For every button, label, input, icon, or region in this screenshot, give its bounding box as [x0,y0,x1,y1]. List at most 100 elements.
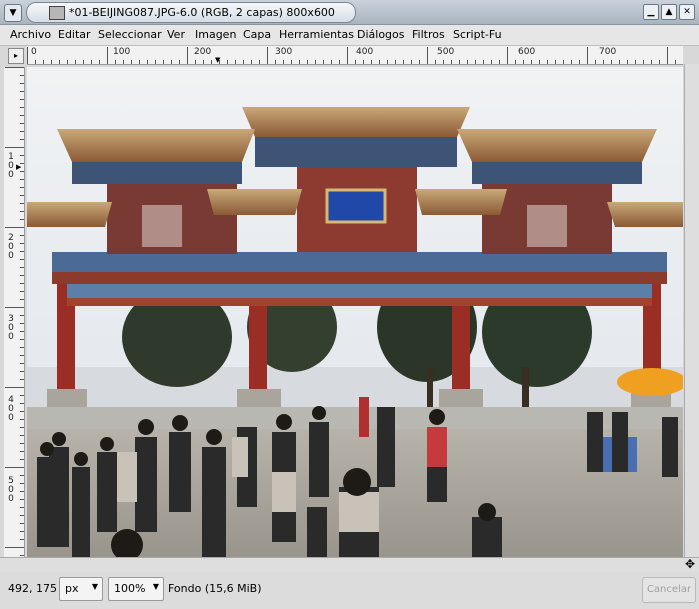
ruler-tick [275,60,276,64]
photo-summer-palace-gate [27,67,683,557]
vertical-ruler[interactable]: 100 200 300 400 500 ▶ [4,67,25,557]
ruler-tick [20,523,24,524]
window-title-pill[interactable]: *01-BEIJING087.JPG-6.0 (RGB, 2 capas) 80… [26,2,356,23]
menu-script-fu[interactable]: Script-Fu [453,28,502,41]
chevron-down-icon: ▼ [9,8,17,18]
ruler-tick [395,60,396,64]
ruler-tick [603,60,604,64]
ruler-tick [20,435,24,436]
unit-value: px [65,582,79,595]
menu-filtros[interactable]: Filtros [412,28,445,41]
ruler-label: 100 [8,152,14,180]
ruler-tick [35,60,36,64]
ruler-tick [20,507,24,508]
menu-capa[interactable]: Capa [243,28,271,41]
ruler-tick [75,60,76,64]
ruler-tick [27,47,28,64]
ruler-tick [91,60,92,64]
status-bar: 492, 175 px ▼ 100% ▼ Fondo (15,6 MiB) Ca… [0,572,699,609]
ruler-label: 200 [8,233,14,261]
ruler-tick [20,315,24,316]
ruler-tick [539,60,540,64]
minimize-icon: ▁ [647,7,655,17]
ruler-tick [211,60,212,64]
pointer-coordinates: 492, 175 [8,582,57,595]
ruler-tick [20,219,24,220]
ruler-label: 600 [518,47,536,57]
close-button[interactable]: ✕ [679,4,695,20]
ruler-tick [20,331,24,332]
ruler-tick [20,339,24,340]
ruler-tick [20,531,24,532]
close-icon: ✕ [683,7,691,17]
menu-editar[interactable]: Editar [58,28,91,41]
ruler-tick [20,459,24,460]
ruler-tick [419,60,420,64]
ruler-tick [20,235,24,236]
ruler-tick [579,60,580,64]
ruler-tick [20,211,24,212]
ruler-label: 200 [194,47,212,57]
unit-select[interactable]: px ▼ [59,577,103,601]
ruler-tick [179,60,180,64]
ruler-tick [99,60,100,64]
ruler-tick [20,139,24,140]
ruler-corner-menu-button[interactable]: ▸ [8,48,24,64]
image-canvas[interactable] [27,67,683,557]
ruler-tick [667,47,668,64]
ruler-tick [107,47,108,64]
ruler-tick [475,60,476,64]
ruler-tick [20,363,24,364]
vertical-scrollbar[interactable] [684,64,699,557]
ruler-tick [243,60,244,64]
minimize-button[interactable]: ▁ [643,4,659,20]
ruler-tick [20,483,24,484]
ruler-tick [195,60,196,64]
ruler-tick [203,60,204,64]
ruler-tick [20,131,24,132]
window-menu-button[interactable]: ▼ [4,4,22,22]
ruler-tick [20,171,24,172]
ruler-tick [20,555,24,556]
ruler-tick [20,155,24,156]
ruler-tick [595,60,596,64]
ruler-tick [643,60,644,64]
ruler-tick [491,60,492,64]
ruler-tick [83,60,84,64]
ruler-pointer-marker-icon: ▶ [16,163,22,171]
cancel-button[interactable]: Cancelar [642,577,696,603]
menu-dialogos[interactable]: Diálogos [357,28,405,41]
menu-herramientas[interactable]: Herramientas [279,28,354,41]
chevron-down-icon: ▼ [152,582,159,591]
ruler-tick [331,60,332,64]
ruler-tick [20,323,24,324]
ruler-tick [347,47,348,64]
horizontal-scrollbar[interactable] [0,557,699,572]
ruler-tick [20,115,24,116]
ruler-tick [20,187,24,188]
ruler-tick [20,291,24,292]
navigate-button[interactable]: ✥ [683,558,697,570]
move-arrows-icon: ✥ [684,557,696,571]
ruler-tick [20,123,24,124]
maximize-button[interactable]: ▲ [661,4,677,20]
menu-imagen[interactable]: Imagen [195,28,236,41]
horizontal-ruler[interactable]: 0 100 200 300 400 500 600 700 ▼ [27,46,683,65]
ruler-tick [443,60,444,64]
menu-ver[interactable]: Ver [167,28,185,41]
ruler-tick [619,60,620,64]
ruler-tick [467,60,468,64]
ruler-label: 700 [599,47,617,57]
ruler-tick [163,60,164,64]
menu-seleccionar[interactable]: Seleccionar [98,28,162,41]
ruler-tick [20,299,24,300]
arrow-right-icon: ▸ [13,51,18,60]
ruler-label: 500 [437,47,455,57]
menu-archivo[interactable]: Archivo [10,28,51,41]
ruler-tick [267,47,268,64]
ruler-tick [20,355,24,356]
ruler-tick [259,60,260,64]
ruler-tick [5,387,24,388]
zoom-select[interactable]: 100% ▼ [108,577,164,601]
ruler-tick [131,60,132,64]
